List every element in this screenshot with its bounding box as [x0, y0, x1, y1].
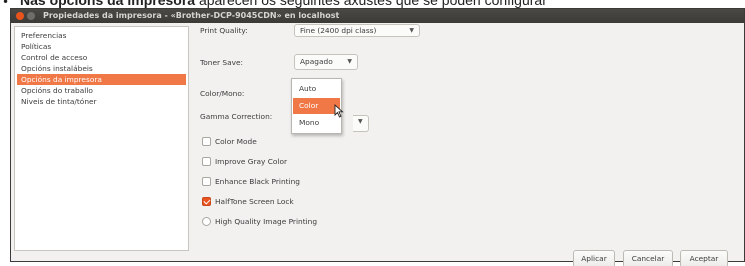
title-bar[interactable]: Propiedades da impresora - «Brother-DCP-…: [11, 9, 744, 23]
sidebar-item-opcions-traballo[interactable]: Opcións do traballo: [17, 85, 186, 96]
apply-button[interactable]: Aplicar: [573, 250, 615, 266]
high-quality-radio[interactable]: [202, 217, 211, 226]
halftone-lock-checkbox[interactable]: [202, 197, 211, 206]
caption-text: Nas opcións da impresora aparecen os seg…: [20, 0, 547, 8]
menu-item-auto[interactable]: Auto: [293, 81, 340, 97]
chevron-down-icon: ▼: [347, 58, 352, 65]
sidebar-item-preferencias[interactable]: Preferencias: [17, 30, 186, 41]
mouse-cursor-icon: [334, 104, 344, 118]
sidebar-item-control-acceso[interactable]: Control de acceso: [17, 52, 186, 63]
color-mono-label: Color/Mono:: [200, 89, 245, 98]
gamma-correction-label: Gamma Correction:: [200, 112, 273, 121]
print-quality-value: Fine (2400 dpi class): [300, 26, 377, 35]
printer-properties-window: Propiedades da impresora - «Brother-DCP-…: [10, 8, 745, 266]
sidebar-item-opcions-impresora[interactable]: Opcións da impresora: [17, 74, 186, 85]
improve-gray-label: Improve Gray Color: [215, 157, 288, 166]
menu-item-color[interactable]: Color: [293, 98, 340, 114]
sidebar-item-opcions-instalabeis[interactable]: Opcións instalábeis: [17, 63, 186, 74]
high-quality-label: High Quality Image Printing: [215, 217, 318, 226]
improve-gray-checkbox[interactable]: [202, 157, 211, 166]
caption-rest: aparecen os seguintes axustes que se pod…: [195, 0, 547, 8]
print-quality-label: Print Quality:: [200, 26, 248, 35]
toner-save-select[interactable]: Apagado ▼: [294, 54, 358, 70]
color-mode-label: Color Mode: [215, 137, 257, 146]
halftone-lock-label: HalfTone Screen Lock: [215, 197, 294, 206]
ok-button[interactable]: Aceptar: [680, 250, 728, 266]
caption-strip: • Nas opcións da impresora aparecen os s…: [0, 0, 745, 8]
enhance-black-checkbox[interactable]: [202, 177, 211, 186]
color-mode-checkbox[interactable]: [202, 137, 211, 146]
toner-save-value: Apagado: [300, 57, 333, 66]
close-icon[interactable]: [16, 12, 24, 20]
print-quality-select[interactable]: Fine (2400 dpi class) ▼: [294, 24, 420, 37]
cancel-button[interactable]: Cancelar: [623, 250, 673, 266]
gamma-select-edge[interactable]: ▼: [353, 115, 369, 132]
minimize-icon[interactable]: [27, 12, 35, 20]
sidebar-item-politicas[interactable]: Políticas: [17, 41, 186, 52]
sidebar-item-niveis-tinta[interactable]: Niveis de tinta/tóner: [17, 96, 186, 107]
menu-item-mono[interactable]: Mono: [293, 115, 340, 131]
chevron-down-icon: ▼: [409, 27, 414, 34]
toner-save-label: Toner Save:: [200, 58, 244, 67]
sidebar: Preferencias Políticas Control de acceso…: [14, 26, 189, 251]
caption-bullet: •: [2, 0, 10, 8]
caption-bold: Nas opcións da impresora: [20, 0, 196, 8]
enhance-black-label: Enhance Black Printing: [215, 177, 300, 186]
chevron-down-icon: ▼: [358, 118, 363, 125]
window-title: Propiedades da impresora - «Brother-DCP-…: [43, 11, 340, 20]
